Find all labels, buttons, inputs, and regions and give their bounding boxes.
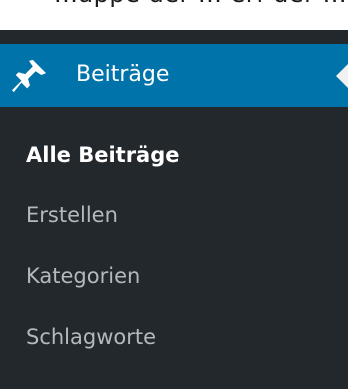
admin-sidebar-menu: Beiträge Alle Beiträge Erstellen Kategor… — [0, 30, 348, 389]
partial-heading-text: ...appe der ... erf der ... ... — [54, 0, 348, 8]
submenu-item-schlagworte[interactable]: Schlagworte — [26, 322, 156, 352]
pin-icon — [11, 59, 47, 93]
submenu-item-erstellen[interactable]: Erstellen — [26, 200, 118, 230]
menu-item-beitraege[interactable]: Beiträge — [0, 44, 348, 107]
submenu-item-kategorien[interactable]: Kategorien — [26, 261, 140, 291]
current-menu-caret — [336, 64, 348, 88]
submenu-item-alle-beitraege[interactable]: Alle Beiträge — [26, 140, 180, 170]
menu-item-label: Beiträge — [76, 62, 170, 87]
top-partial-area: ...appe der ... erf der ... ... — [0, 0, 348, 32]
